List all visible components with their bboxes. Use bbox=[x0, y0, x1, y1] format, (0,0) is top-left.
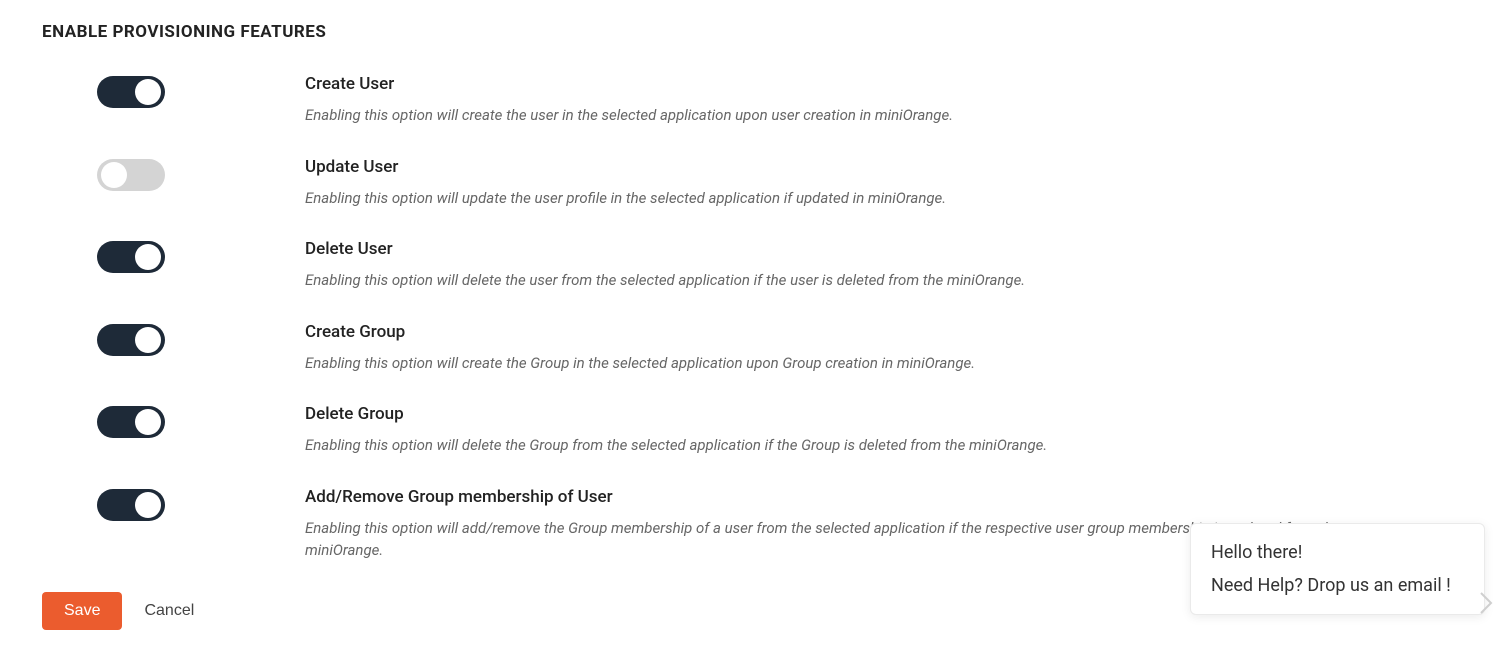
feature-title: Create User bbox=[305, 74, 1393, 94]
chat-popup[interactable]: Hello there! Need Help? Drop us an email… bbox=[1190, 523, 1485, 615]
chevron-right-icon[interactable] bbox=[1479, 591, 1493, 620]
toggle-create-group[interactable] bbox=[97, 324, 165, 356]
feature-title: Delete User bbox=[305, 239, 1393, 259]
feature-title: Delete Group bbox=[305, 404, 1393, 424]
section-title: ENABLE PROVISIONING FEATURES bbox=[42, 22, 1453, 42]
save-button[interactable]: Save bbox=[42, 592, 122, 630]
chat-greeting: Hello there! bbox=[1211, 542, 1464, 563]
feature-desc: Enabling this option will delete the Gro… bbox=[305, 434, 1393, 457]
toggle-delete-user[interactable] bbox=[97, 241, 165, 273]
feature-title: Create Group bbox=[305, 322, 1393, 342]
feature-title: Update User bbox=[305, 157, 1393, 177]
feature-row-create-user: Create User Enabling this option will cr… bbox=[97, 74, 1453, 127]
toggle-group-membership[interactable] bbox=[97, 489, 165, 521]
feature-desc: Enabling this option will create the use… bbox=[305, 104, 1393, 127]
feature-desc: Enabling this option will update the use… bbox=[305, 187, 1393, 210]
feature-desc: Enabling this option will create the Gro… bbox=[305, 352, 1393, 375]
feature-desc: Enabling this option will delete the use… bbox=[305, 269, 1393, 292]
toggle-create-user[interactable] bbox=[97, 76, 165, 108]
toggle-delete-group[interactable] bbox=[97, 406, 165, 438]
feature-row-delete-group: Delete Group Enabling this option will d… bbox=[97, 404, 1453, 457]
cancel-button[interactable]: Cancel bbox=[144, 602, 194, 620]
toggle-update-user[interactable] bbox=[97, 159, 165, 191]
features-list: Create User Enabling this option will cr… bbox=[97, 74, 1453, 562]
feature-title: Add/Remove Group membership of User bbox=[305, 487, 1393, 507]
feature-row-update-user: Update User Enabling this option will up… bbox=[97, 157, 1453, 210]
feature-row-create-group: Create Group Enabling this option will c… bbox=[97, 322, 1453, 375]
chat-help-text: Need Help? Drop us an email ! bbox=[1211, 575, 1464, 596]
feature-row-delete-user: Delete User Enabling this option will de… bbox=[97, 239, 1453, 292]
